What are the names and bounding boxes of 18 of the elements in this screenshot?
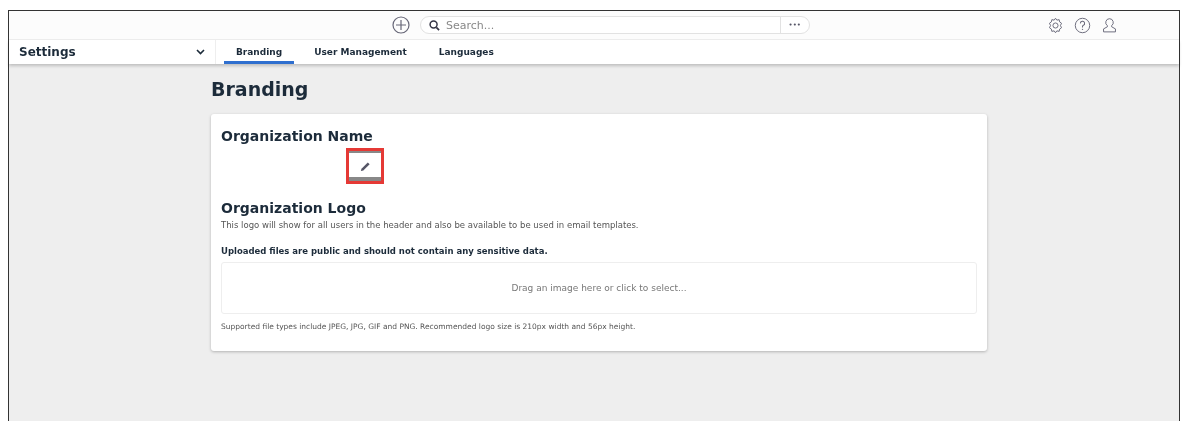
tab[interactable]: Branding <box>224 40 295 64</box>
section-heading: Organization Name <box>221 128 374 144</box>
search-icon <box>429 19 440 31</box>
user-icon[interactable] <box>1101 16 1118 34</box>
chevron-down-icon[interactable] <box>196 49 205 55</box>
page-title: Branding <box>211 78 310 100</box>
edit-button[interactable] <box>346 148 384 184</box>
add-icon[interactable] <box>392 16 410 34</box>
warning-text: Uploaded files are public and should not contain any sensitive data. <box>221 246 549 256</box>
section-heading: Organization Logo <box>221 200 367 216</box>
pencil-icon <box>359 160 371 172</box>
file-dropzone[interactable]: Drag an image here or click to select... <box>221 262 977 314</box>
description-text: This logo will show for all users in the header and also be available to be used in email templates. <box>221 220 640 230</box>
tab[interactable]: User Management <box>302 40 419 64</box>
tab[interactable]: Languages <box>426 40 506 64</box>
settings-icon[interactable] <box>1047 16 1064 34</box>
help-icon[interactable] <box>1074 16 1091 34</box>
section-title: Settings <box>19 45 76 59</box>
